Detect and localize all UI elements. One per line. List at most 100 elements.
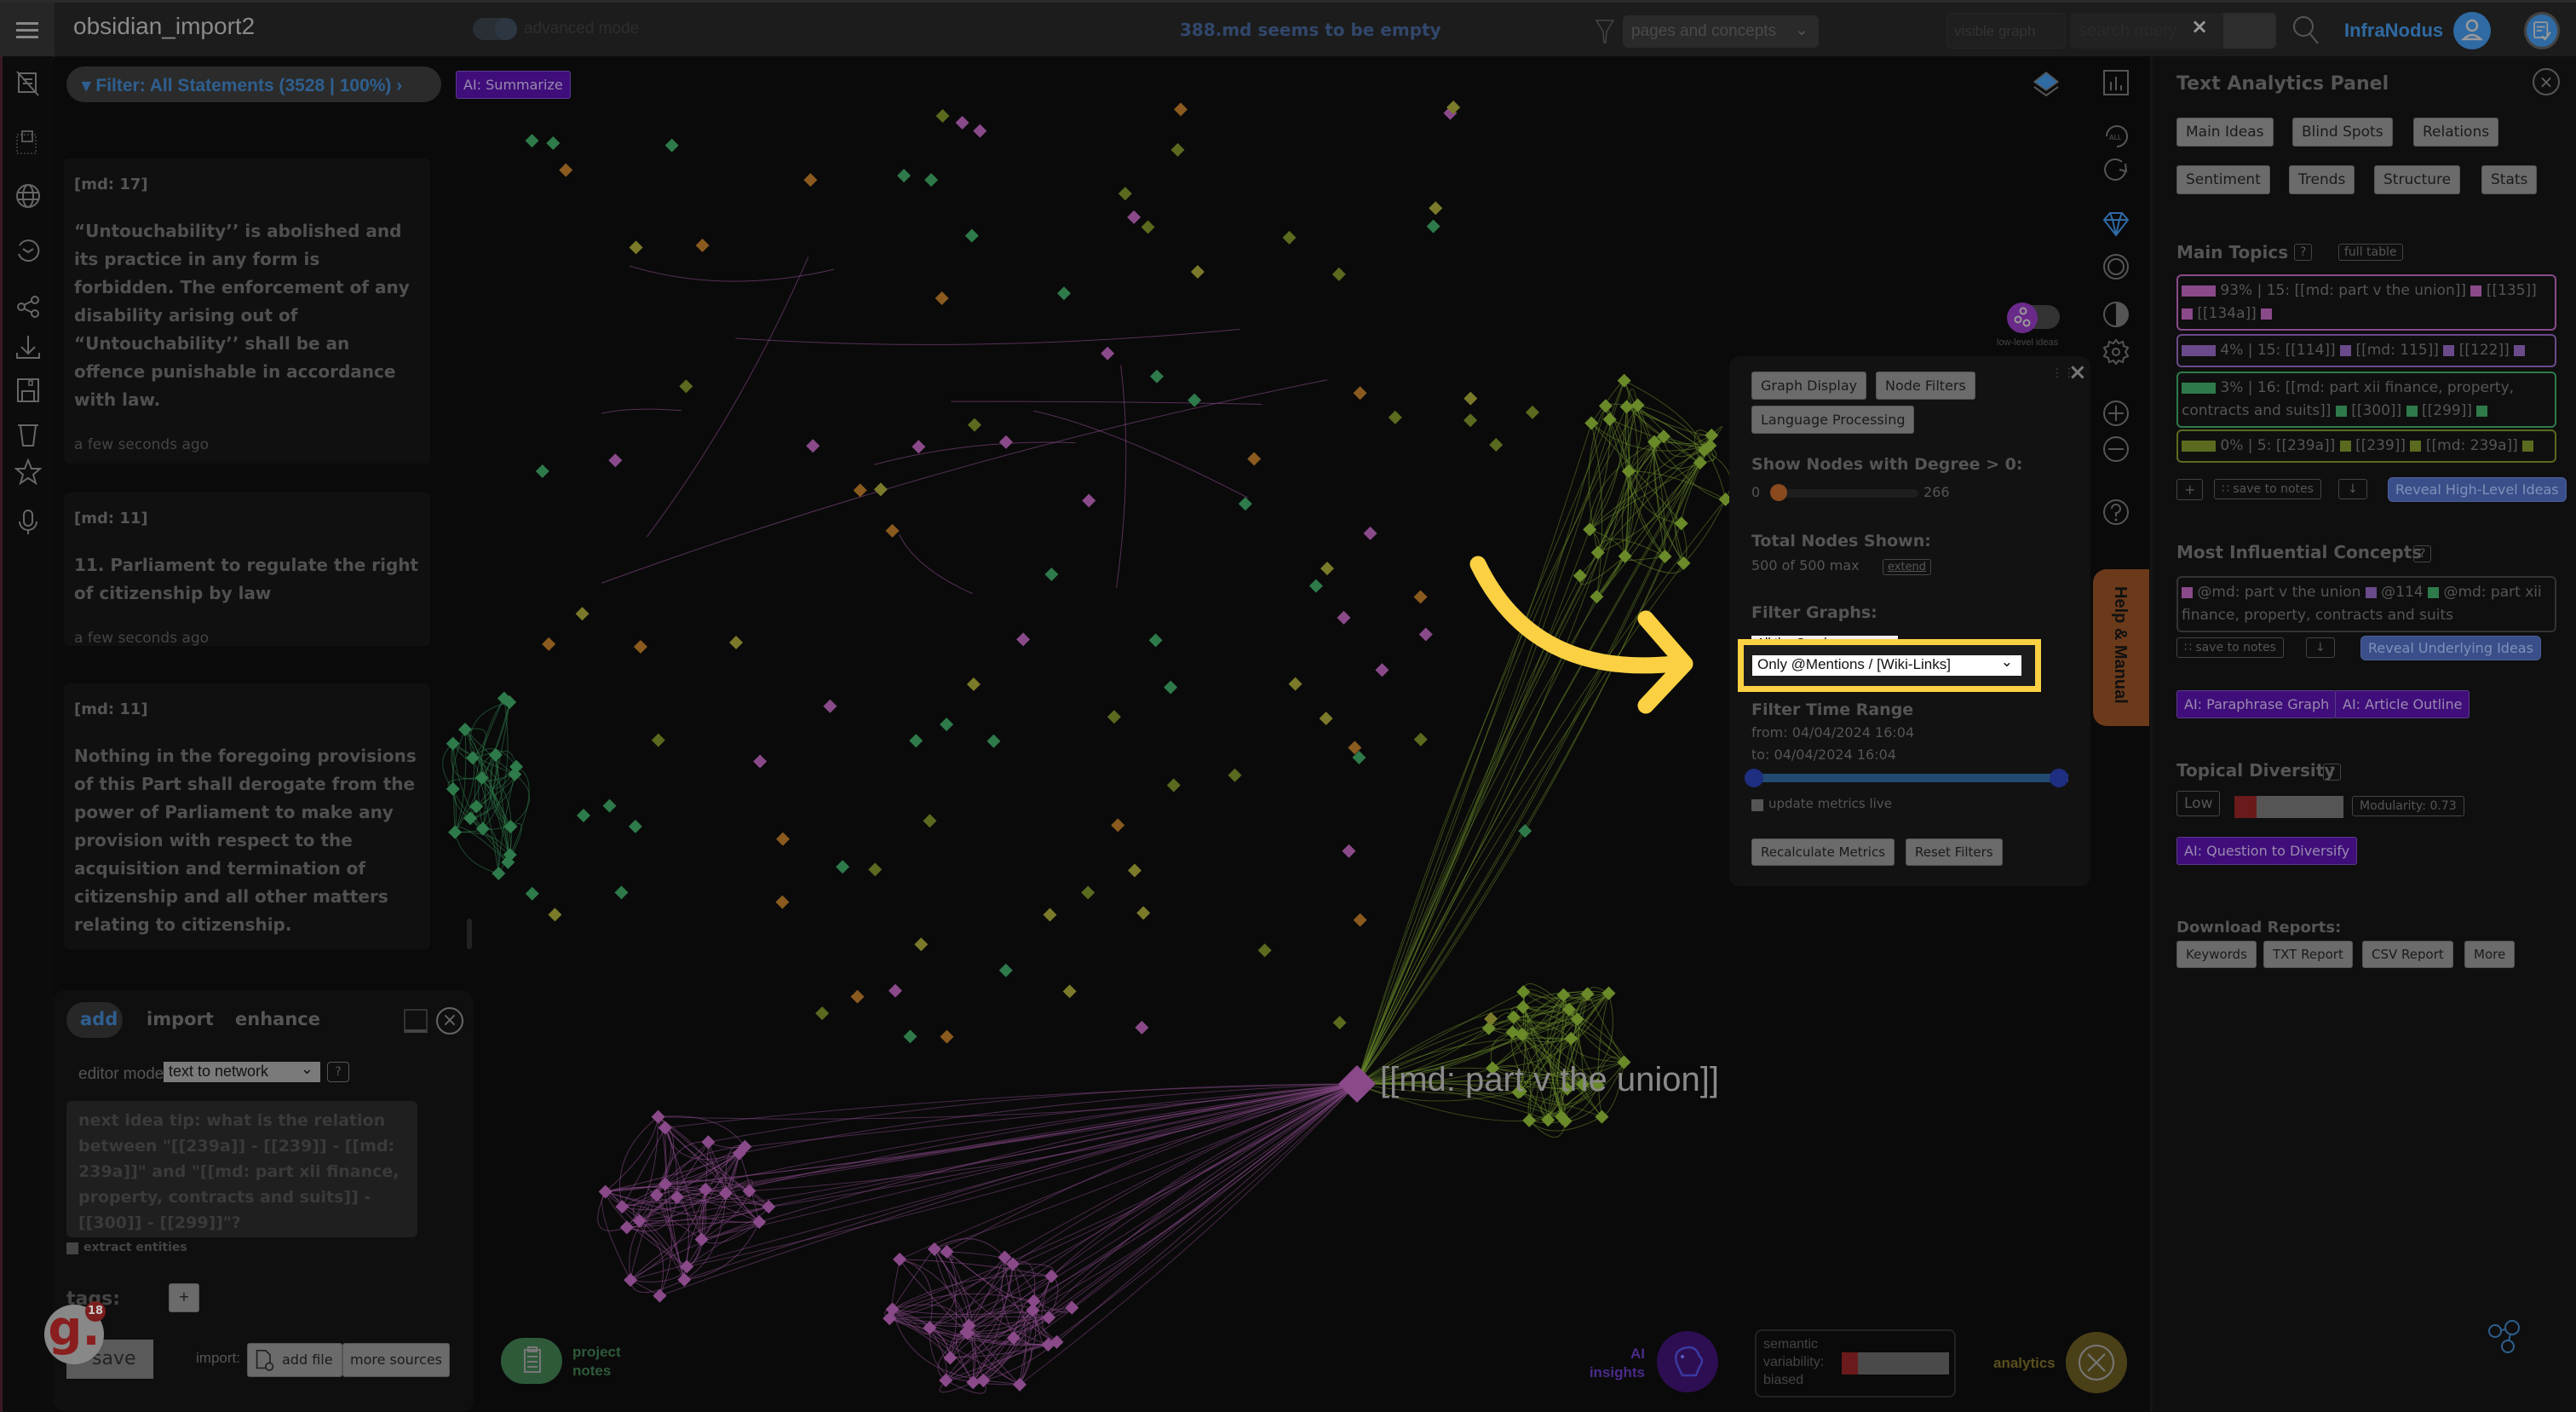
graph-node[interactable] bbox=[1463, 413, 1478, 428]
graph-node[interactable] bbox=[546, 136, 561, 151]
graph-node[interactable] bbox=[1413, 732, 1428, 746]
keywords-report-button[interactable]: Keywords bbox=[2176, 941, 2257, 968]
analytics-chart-icon[interactable] bbox=[2102, 68, 2130, 97]
tab-stats[interactable]: Stats bbox=[2481, 165, 2538, 194]
graph-node[interactable] bbox=[903, 1029, 917, 1044]
graph-node[interactable] bbox=[1413, 590, 1428, 604]
graph-node[interactable] bbox=[651, 1109, 665, 1124]
graph-node[interactable] bbox=[753, 754, 768, 769]
graph-node[interactable] bbox=[1238, 497, 1252, 511]
graph-node[interactable] bbox=[1164, 680, 1178, 694]
graph-node[interactable] bbox=[602, 798, 617, 813]
time-range-track[interactable] bbox=[1753, 774, 2068, 782]
graph-node[interactable] bbox=[1016, 632, 1031, 647]
graph-node[interactable] bbox=[1525, 405, 1539, 419]
ai-article-outline-button[interactable]: AI: Article Outline bbox=[2335, 690, 2470, 718]
visible-graph-select[interactable]: visible graph bbox=[1946, 13, 2066, 49]
graph-node[interactable] bbox=[1595, 1109, 1609, 1124]
graph-node[interactable] bbox=[1135, 1020, 1149, 1035]
graph-node[interactable] bbox=[897, 169, 911, 183]
graph-node[interactable] bbox=[1044, 567, 1059, 581]
graph-node[interactable] bbox=[823, 699, 837, 713]
search-submit[interactable] bbox=[2223, 13, 2276, 49]
graph-node[interactable] bbox=[934, 291, 949, 306]
history-icon[interactable] bbox=[14, 237, 42, 264]
reset-all-icon[interactable]: ALL bbox=[2102, 121, 2130, 150]
statement-tag[interactable]: [md: 11] bbox=[74, 700, 420, 718]
graph-node[interactable] bbox=[1484, 1011, 1498, 1026]
tab-trends[interactable]: Trends bbox=[2289, 165, 2355, 194]
close-settings-button[interactable]: × bbox=[2068, 360, 2087, 385]
graph-node[interactable] bbox=[488, 747, 503, 762]
graph-node[interactable] bbox=[1170, 142, 1185, 157]
project-notes-button[interactable] bbox=[501, 1338, 562, 1384]
hamburger-menu-button[interactable] bbox=[0, 3, 55, 57]
search-clear-button[interactable]: × bbox=[2191, 14, 2208, 38]
graph-node[interactable] bbox=[632, 1213, 647, 1228]
star-icon[interactable] bbox=[14, 458, 42, 486]
ai-summarize-button[interactable]: AI: Summarize bbox=[456, 71, 571, 99]
graph-node[interactable] bbox=[1353, 913, 1367, 927]
graph-node[interactable] bbox=[940, 718, 954, 732]
graph-node[interactable] bbox=[1337, 610, 1351, 625]
graph-node[interactable] bbox=[868, 862, 883, 877]
settings-gear-icon[interactable] bbox=[2102, 337, 2130, 366]
graph-node[interactable] bbox=[885, 523, 900, 538]
mentions-filter-select[interactable]: Only @Mentions / [Wiki-Links] ⌄ bbox=[1752, 654, 2021, 676]
contrast-icon[interactable] bbox=[2102, 300, 2130, 329]
add-file-button[interactable]: add file bbox=[247, 1343, 342, 1377]
graph-node[interactable] bbox=[1489, 437, 1504, 452]
graph-node[interactable] bbox=[1257, 943, 1272, 958]
graph-node[interactable] bbox=[1619, 400, 1634, 414]
graph-node[interactable] bbox=[873, 482, 888, 497]
topic-term[interactable]: [[md: 115]] bbox=[2355, 342, 2443, 359]
graph-node[interactable] bbox=[1375, 663, 1389, 677]
graph-node[interactable] bbox=[535, 464, 549, 479]
topic-term[interactable]: [[134a]] bbox=[2197, 305, 2261, 322]
statement-card[interactable]: [md: 11] Nothing in the foregoing provis… bbox=[64, 683, 430, 949]
graph-node[interactable] bbox=[542, 637, 556, 651]
time-range-start-thumb[interactable] bbox=[1745, 769, 1763, 787]
statement-card[interactable]: [md: 11] 11. Parliament to regulate the … bbox=[64, 493, 430, 647]
graph-node[interactable] bbox=[1149, 369, 1164, 383]
graph-title[interactable]: obsidian_import2 bbox=[73, 13, 255, 40]
gem-icon[interactable] bbox=[2102, 210, 2130, 239]
tasks-button[interactable] bbox=[2524, 12, 2560, 49]
graph-node[interactable] bbox=[1331, 267, 1346, 281]
tab-language-processing[interactable]: Language Processing bbox=[1751, 406, 1915, 434]
editor-mode-select[interactable]: text to network ⌄ bbox=[164, 1060, 320, 1082]
download-concepts-button[interactable]: ↓ bbox=[2306, 637, 2335, 658]
degree-slider-track[interactable] bbox=[1774, 489, 1918, 498]
advanced-mode-toggle[interactable] bbox=[473, 18, 517, 40]
graph-node[interactable] bbox=[1127, 863, 1141, 878]
graph-node[interactable] bbox=[1288, 677, 1302, 691]
topic-term[interactable]: [[md: part v the union]] bbox=[2295, 282, 2471, 299]
graph-node[interactable] bbox=[1515, 1000, 1530, 1014]
graph-node[interactable] bbox=[679, 379, 693, 394]
network-logo-icon[interactable] bbox=[2487, 1319, 2526, 1353]
graph-node[interactable] bbox=[1107, 710, 1121, 724]
graph-node[interactable] bbox=[628, 819, 642, 833]
graph-node[interactable] bbox=[1573, 568, 1587, 583]
tab-import[interactable]: import bbox=[147, 1009, 214, 1029]
select-area-icon[interactable] bbox=[14, 130, 42, 157]
graph-node[interactable] bbox=[1062, 984, 1077, 999]
graph-node[interactable] bbox=[935, 109, 950, 124]
graph-node[interactable] bbox=[1082, 493, 1096, 508]
graph-node[interactable] bbox=[1190, 265, 1205, 280]
expand-editor-icon[interactable] bbox=[404, 1009, 428, 1033]
graph-node[interactable] bbox=[850, 989, 865, 1004]
tab-add[interactable]: add bbox=[66, 1002, 123, 1038]
ai-question-to-diversify-button[interactable]: AI: Question to Diversify bbox=[2176, 837, 2358, 865]
graph-node[interactable] bbox=[1602, 412, 1617, 427]
graph-node[interactable] bbox=[893, 1252, 907, 1266]
refresh-icon[interactable] bbox=[2102, 155, 2130, 184]
tab-relations[interactable]: Relations bbox=[2413, 118, 2499, 147]
graph-node[interactable] bbox=[1516, 984, 1531, 999]
graph-node[interactable] bbox=[1111, 818, 1125, 833]
graph-node[interactable] bbox=[815, 1006, 830, 1021]
statement-card[interactable]: [md: 17] “Untouchability’’ is abolished … bbox=[64, 158, 430, 464]
topic-term[interactable]: [[md: 239a]] bbox=[2426, 437, 2522, 454]
graph-node[interactable] bbox=[909, 734, 923, 748]
tab-enhance[interactable]: enhance bbox=[235, 1009, 320, 1029]
